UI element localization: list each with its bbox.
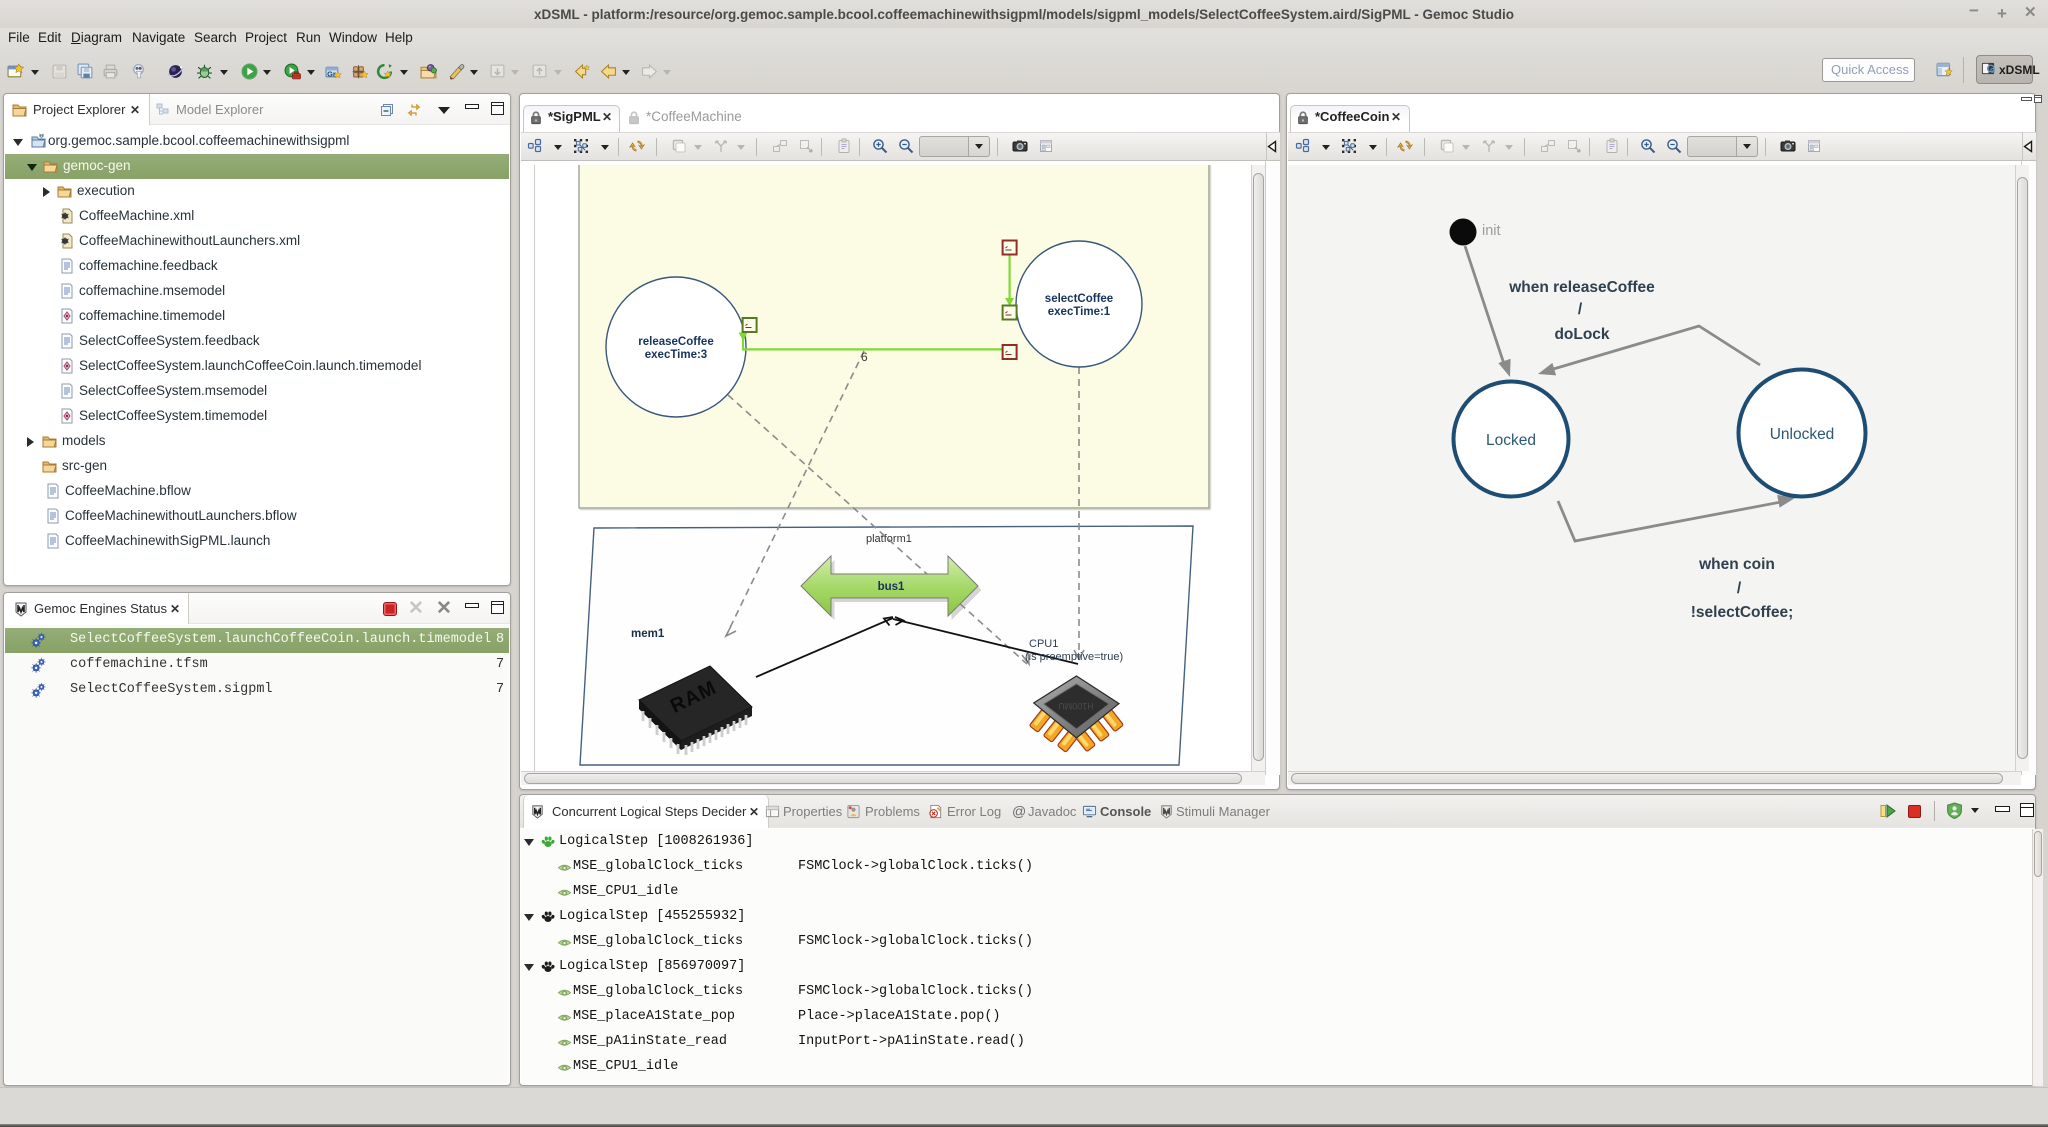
svg-text:/: / xyxy=(1578,301,1583,318)
svg-text:mem1: mem1 xyxy=(631,628,665,640)
svg-text:when coin: when coin xyxy=(1698,556,1775,573)
svg-text:doLock: doLock xyxy=(1554,326,1609,343)
svg-text:init: init xyxy=(1482,223,1501,239)
svg-text:!selectCoffee;: !selectCoffee; xyxy=(1691,604,1794,621)
svg-text:execTime:3: execTime:3 xyxy=(645,349,707,361)
svg-text:Unlocked: Unlocked xyxy=(1770,426,1835,443)
svg-text:H100MU: H100MU xyxy=(1058,701,1094,711)
svg-text:CPU1: CPU1 xyxy=(1029,638,1058,650)
svg-text:selectCoffee: selectCoffee xyxy=(1045,293,1113,305)
svg-text:/: / xyxy=(1737,580,1742,597)
svg-text:execTime:1: execTime:1 xyxy=(1048,306,1111,318)
svg-text:platform1: platform1 xyxy=(866,533,912,545)
svg-text:6: 6 xyxy=(861,350,868,364)
svg-text:Locked: Locked xyxy=(1486,432,1536,449)
svg-text:(is preemptive=true): (is preemptive=true) xyxy=(1025,651,1123,663)
svg-text:when releaseCoffee: when releaseCoffee xyxy=(1508,279,1655,296)
svg-text:releaseCoffee: releaseCoffee xyxy=(638,336,713,348)
svg-text:bus1: bus1 xyxy=(878,581,905,593)
